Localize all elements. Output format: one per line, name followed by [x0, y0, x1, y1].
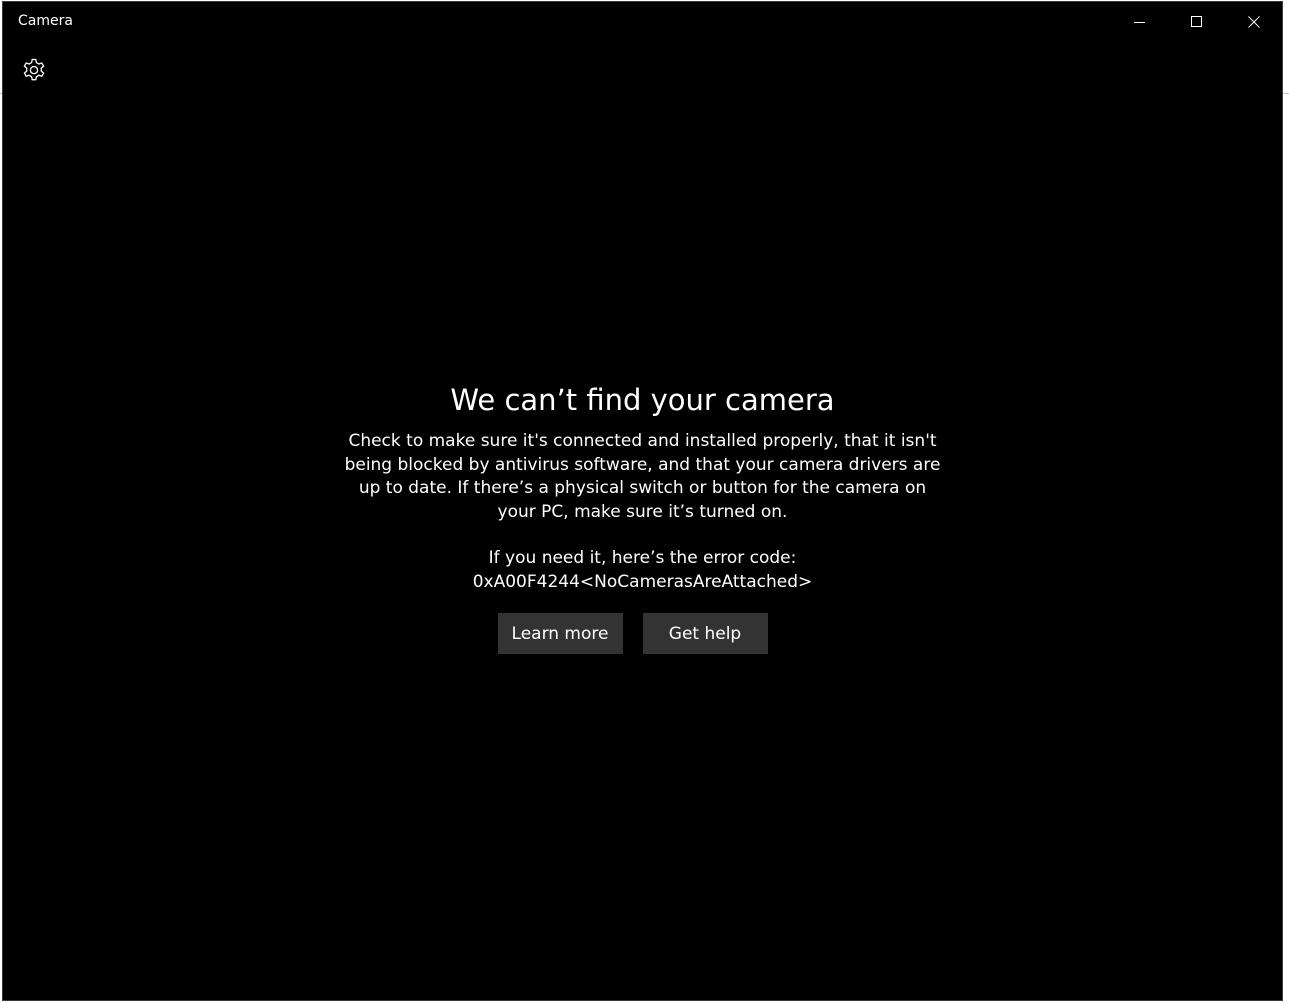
minimize-icon: [1133, 16, 1146, 28]
title-bar[interactable]: Camera: [3, 2, 1282, 42]
settings-button[interactable]: [20, 58, 48, 88]
error-description: Check to make sure it's connected and in…: [344, 431, 941, 522]
get-help-button[interactable]: Get help: [642, 613, 768, 654]
window-title: Camera: [18, 13, 73, 29]
camera-app-window: Camera We can’t find your camera Check t…: [2, 1, 1283, 1001]
action-buttons: Learn more Get help: [3, 613, 1282, 654]
error-code-intro: If you need it, here’s the error code:: [488, 548, 797, 568]
learn-more-button[interactable]: Learn more: [497, 613, 623, 654]
gear-icon: [21, 58, 47, 88]
error-message-panel: We can’t find your camera Check to make …: [3, 380, 1282, 594]
close-button[interactable]: [1225, 2, 1282, 42]
close-icon: [1247, 16, 1260, 28]
maximize-button[interactable]: [1168, 2, 1225, 42]
maximize-icon: [1190, 16, 1203, 28]
minimize-button[interactable]: [1111, 2, 1168, 42]
error-code: 0xA00F4244<NoCamerasAreAttached>: [472, 572, 813, 592]
error-heading: We can’t find your camera: [450, 383, 835, 417]
